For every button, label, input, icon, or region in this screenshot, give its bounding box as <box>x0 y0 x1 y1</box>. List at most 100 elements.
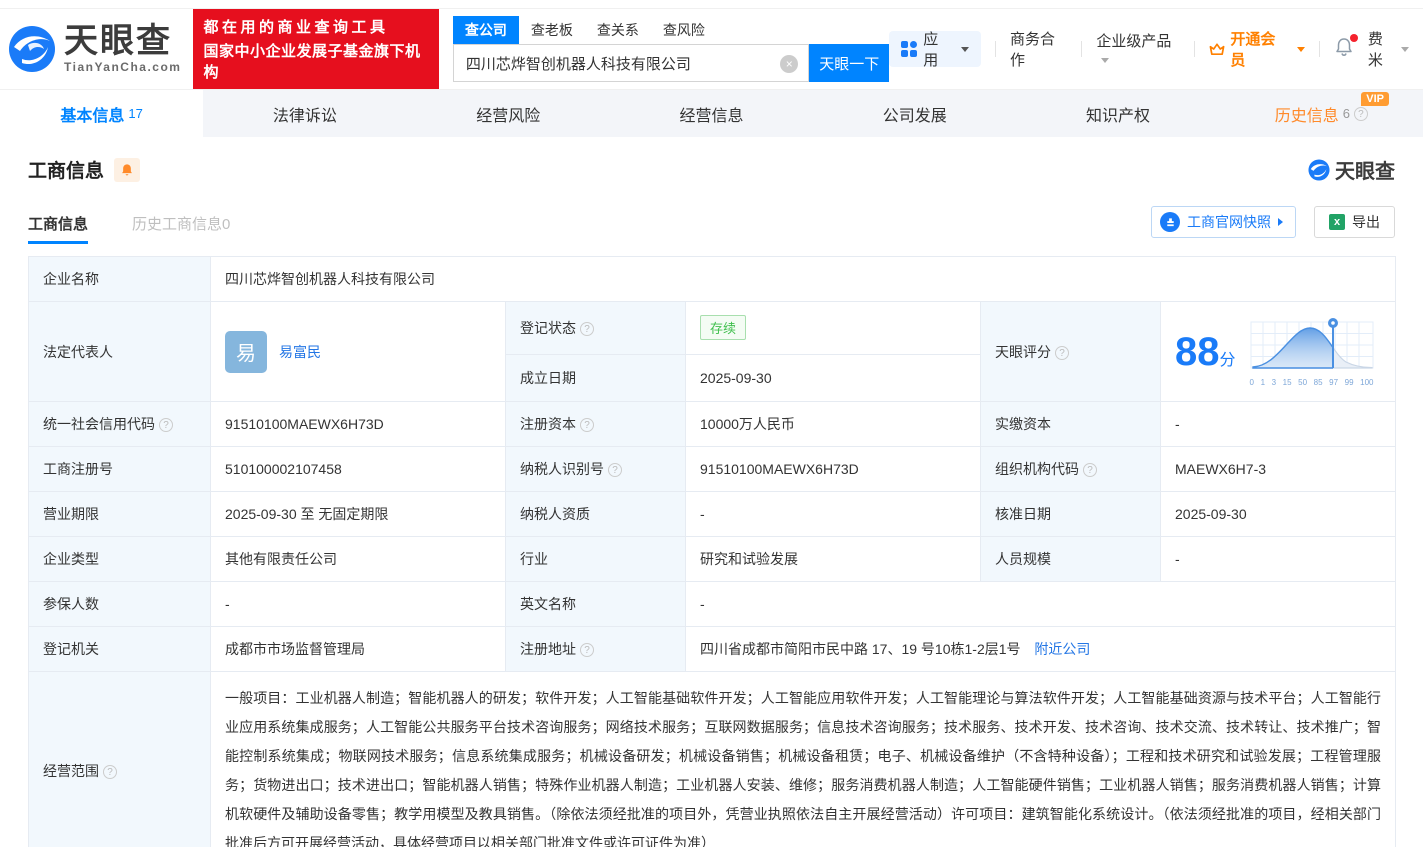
logo-domain: TianYanCha.com <box>64 60 181 74</box>
industry-value: 研究和试验发展 <box>686 537 981 582</box>
taxpayer-qualification-value: - <box>686 492 981 537</box>
help-icon[interactable]: ? <box>159 418 173 432</box>
nav-enterprise[interactable]: 企业级产品 <box>1096 30 1180 68</box>
company-name-label: 企业名称 <box>29 257 211 302</box>
credit-code-label: 统一社会信用代码? <box>29 402 211 447</box>
divider <box>1194 41 1195 57</box>
table-row: 统一社会信用代码? 91510100MAEWX6H73D 注册资本? 10000… <box>29 402 1396 447</box>
business-scope-label: 经营范围? <box>29 672 211 847</box>
legal-rep-cell: 易 易富民 <box>211 302 506 402</box>
establish-date-label: 成立日期 <box>506 354 686 401</box>
tab-operation-info[interactable]: 经营信息 <box>610 90 813 137</box>
search-tab-relation[interactable]: 查关系 <box>585 16 651 44</box>
insured-count-label: 参保人数 <box>29 582 211 627</box>
reg-capital-label: 注册资本? <box>506 402 686 447</box>
search-tab-company[interactable]: 查公司 <box>453 16 519 44</box>
score-unit: 分 <box>1220 352 1236 369</box>
divider <box>1081 41 1082 57</box>
tab-legal-litigation[interactable]: 法律诉讼 <box>203 90 406 137</box>
table-row: 工商注册号 510100002107458 纳税人识别号? 91510100MA… <box>29 447 1396 492</box>
divider <box>1319 41 1320 57</box>
avatar[interactable]: 易 <box>225 331 267 373</box>
notifications-bell-icon[interactable] <box>1334 37 1354 61</box>
taxpayer-qualification-label: 纳税人资质 <box>506 492 686 537</box>
search-input[interactable]: 四川芯烨智创机器人科技有限公司 × <box>453 44 809 82</box>
approval-date-label: 核准日期 <box>981 492 1161 537</box>
corner-watermark-logo: 天眼查 <box>1308 155 1395 184</box>
vip-upgrade-link[interactable]: 开通会员 <box>1209 28 1305 70</box>
reg-number-value: 510100002107458 <box>211 447 506 492</box>
approval-date-value: 2025-09-30 <box>1161 492 1396 537</box>
help-icon[interactable]: ? <box>580 418 594 432</box>
search-button[interactable]: 天眼一下 <box>809 44 889 82</box>
subtab-history-business-info[interactable]: 历史工商信息0 <box>132 213 230 244</box>
score-cell[interactable]: 88分 <box>1161 302 1396 402</box>
table-row: 参保人数 - 英文名称 - <box>29 582 1396 627</box>
vip-badge: VIP <box>1361 92 1389 106</box>
help-icon[interactable]: ? <box>1354 107 1368 121</box>
nearby-companies-link[interactable]: 附近公司 <box>1034 641 1090 657</box>
tab-count: 17 <box>128 106 142 121</box>
search-area: 查公司 查老板 查关系 查风险 四川芯烨智创机器人科技有限公司 × 天眼一下 <box>453 16 889 82</box>
apps-label: 应用 <box>923 28 950 70</box>
tab-label: 基本信息 <box>60 102 124 126</box>
table-row: 法定代表人 易 易富民 登记状态? 存续 天眼评分? 88分 <box>29 302 1396 355</box>
company-name-value: 四川芯烨智创机器人科技有限公司 <box>211 257 1396 302</box>
subtab-business-info[interactable]: 工商信息 <box>28 213 88 244</box>
official-snapshot-button[interactable]: 工商官网快照 <box>1151 206 1296 238</box>
tab-count: 6 <box>1343 106 1350 121</box>
banner-line1: 都在用的商业查询工具 <box>203 16 428 37</box>
search-tab-risk[interactable]: 查风险 <box>651 16 717 44</box>
tab-company-development[interactable]: 公司发展 <box>813 90 1016 137</box>
tianyancha-watermark-icon <box>1308 159 1330 181</box>
status-badge: 存续 <box>700 315 746 340</box>
monitor-bell-icon[interactable] <box>114 158 140 182</box>
header: 天眼查 TianYanCha.com 都在用的商业查询工具 国家中小企业发展子基… <box>0 9 1423 89</box>
tab-operation-risk[interactable]: 经营风险 <box>407 90 610 137</box>
help-icon[interactable]: ? <box>580 322 594 336</box>
clear-search-icon[interactable]: × <box>780 55 798 73</box>
address-text: 四川省成都市简阳市民中路 17、19 号10栋1-2层1号 <box>700 641 1021 657</box>
table-row: 企业名称 四川芯烨智创机器人科技有限公司 <box>29 257 1396 302</box>
export-button[interactable]: x 导出 <box>1314 206 1395 238</box>
score-number: 88 <box>1175 330 1220 374</box>
taxpayer-id-label: 纳税人识别号? <box>506 447 686 492</box>
label-text: 注册地址 <box>520 641 576 657</box>
reg-authority-value: 成都市市场监督管理局 <box>211 627 506 672</box>
help-icon[interactable]: ? <box>608 463 622 477</box>
help-icon[interactable]: ? <box>1083 463 1097 477</box>
notification-dot <box>1350 34 1358 42</box>
excel-icon: x <box>1329 214 1345 230</box>
snapshot-label: 工商官网快照 <box>1187 212 1271 232</box>
business-term-label: 营业期限 <box>29 492 211 537</box>
legal-rep-link[interactable]: 易富民 <box>279 342 321 362</box>
header-nav: 应用 商务合作 企业级产品 开通会员 费米 <box>889 28 1409 70</box>
logo-title: 天眼查 <box>64 24 181 58</box>
brand-banner: 都在用的商业查询工具 国家中小企业发展子基金旗下机构 <box>193 9 438 89</box>
search-tab-boss[interactable]: 查老板 <box>519 16 585 44</box>
help-icon[interactable]: ? <box>1055 346 1069 360</box>
apps-menu[interactable]: 应用 <box>889 31 981 67</box>
tab-history-info[interactable]: VIP 历史信息 6 ? <box>1220 90 1423 137</box>
tab-intellectual-property[interactable]: 知识产权 <box>1016 90 1219 137</box>
english-name-label: 英文名称 <box>506 582 686 627</box>
help-icon[interactable]: ? <box>103 765 117 779</box>
tab-basic-info[interactable]: 基本信息 17 <box>0 90 203 137</box>
table-row: 经营范围? 一般项目：工业机器人制造；智能机器人的研发；软件开发；人工智能基础软… <box>29 672 1396 847</box>
export-label: 导出 <box>1352 212 1380 232</box>
label-text: 天眼评分 <box>995 344 1051 360</box>
reg-capital-value: 10000万人民币 <box>686 402 981 447</box>
user-menu[interactable]: 费米 <box>1368 28 1409 70</box>
tianyancha-logo[interactable]: 天眼查 TianYanCha.com <box>8 24 181 74</box>
chart-x-axis: 0131550859799100 <box>1250 378 1374 387</box>
label-text: 纳税人识别号 <box>520 461 604 477</box>
reg-status-value: 存续 <box>686 302 981 355</box>
business-scope-value: 一般项目：工业机器人制造；智能机器人的研发；软件开发；人工智能基础软件开发；人工… <box>211 672 1396 847</box>
nav-cooperation[interactable]: 商务合作 <box>1010 28 1067 70</box>
crown-icon <box>1209 42 1225 57</box>
tab-label: 经营风险 <box>476 102 540 126</box>
help-icon[interactable]: ? <box>580 643 594 657</box>
tianyancha-logo-icon <box>8 25 56 73</box>
taxpayer-id-value: 91510100MAEWX6H73D <box>686 447 981 492</box>
page-top-divider <box>0 0 1423 9</box>
